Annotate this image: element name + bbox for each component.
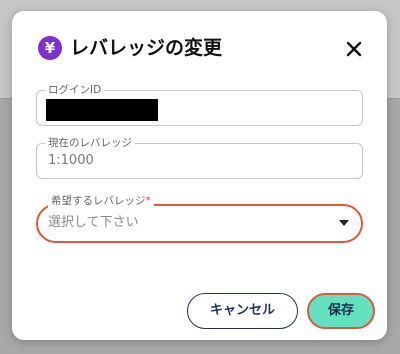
chevron-down-icon xyxy=(339,220,349,226)
close-button[interactable] xyxy=(343,38,365,60)
dialog-title: レバレッジの変更 xyxy=(70,37,223,59)
login-id-label: ログインID xyxy=(45,83,105,97)
save-button[interactable]: 保存 xyxy=(307,293,375,329)
yen-icon: ¥ xyxy=(38,36,62,60)
desired-leverage-select[interactable]: 希望するレバレッジ* 選択して下さい xyxy=(36,194,363,243)
current-leverage-value: 1:1000 xyxy=(48,153,94,168)
login-id-field: ログインID xyxy=(36,83,363,126)
current-leverage-field: 現在のレバレッジ 1:1000 xyxy=(36,136,363,179)
desired-leverage-placeholder: 選択して下さい xyxy=(48,215,139,230)
login-id-redacted-value xyxy=(46,99,158,121)
close-icon xyxy=(346,41,362,57)
required-mark: * xyxy=(145,195,151,207)
cancel-button[interactable]: キャンセル xyxy=(187,293,298,329)
leverage-change-dialog: ¥ レバレッジの変更 ログインID 現在のレバレッジ 1:1000 希望するレバ… xyxy=(12,11,387,340)
